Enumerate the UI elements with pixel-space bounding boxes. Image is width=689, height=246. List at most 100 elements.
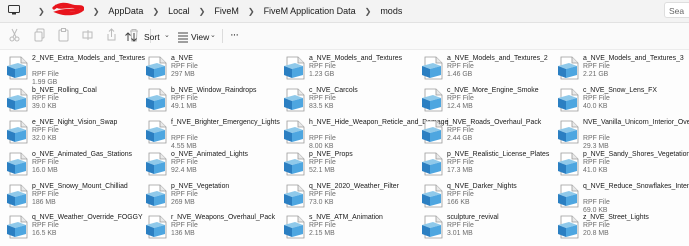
file-item[interactable]: p_NVE_Realistic_License_Plates RPF File 17… <box>421 151 561 183</box>
file-size: 2.44 GB <box>447 135 473 142</box>
chevron-down-icon[interactable]: ⌄ <box>164 31 170 39</box>
file-item[interactable]: sculpture_revival RPF File 3.01 MB <box>421 214 561 246</box>
file-item[interactable]: h_NVE_Hide_Weapon_Reticle_and_Damage RPF … <box>283 119 449 151</box>
chevron-down-icon[interactable]: ⌄ <box>210 31 216 39</box>
rename-icon[interactable] <box>82 28 93 42</box>
file-item[interactable]: c_NVE_More_Engine_Smoke RPF File 12.4 MB <box>421 87 561 119</box>
file-type: RPF File <box>447 159 474 166</box>
file-type: RPF File <box>447 222 474 229</box>
file-name: NVE_Vanilla_Unicorn_Interior_Overhaul <box>583 119 689 126</box>
this-pc-icon[interactable] <box>8 5 20 15</box>
rpf-file-icon <box>146 120 167 144</box>
file-name: f_NVE_Brighter_Emergency_Lights <box>171 119 280 126</box>
rpf-file-icon <box>284 88 305 112</box>
view-icon[interactable] <box>177 30 189 44</box>
file-item[interactable]: p_NVE_Sandy_Shores_Vegetation RPF File 41.… <box>557 151 689 183</box>
paste-icon[interactable] <box>58 28 69 42</box>
breadcrumb-fivem[interactable]: FiveM <box>214 6 239 16</box>
file-item[interactable]: c_NVE_Snow_Lens_FX RPF File 40.0 KB <box>557 87 689 119</box>
file-size: 32.0 KB <box>32 135 57 142</box>
breadcrumb-appdata[interactable]: AppData <box>108 6 143 16</box>
file-item[interactable]: a_NVE_Models_and_Textures_3 RPF File 2.21 … <box>557 55 689 87</box>
file-item[interactable]: p_NVE_Props RPF File 52.1 MB <box>283 151 423 183</box>
file-name: a_NVE_Models_and_Textures <box>309 55 403 62</box>
share-icon[interactable] <box>106 28 117 42</box>
file-item[interactable]: c_NVE_Carcols RPF File 83.5 KB <box>283 87 423 119</box>
rpf-file-icon <box>422 152 443 176</box>
view-button[interactable]: View <box>191 32 209 42</box>
file-name: h_NVE_Hide_Weapon_Reticle_and_Damage <box>309 119 449 126</box>
file-item[interactable]: q_NVE_2020_Weather_Filter RPF File 73.0 KB <box>283 183 423 215</box>
file-size: 73.0 KB <box>309 199 334 206</box>
redaction-scribble <box>52 2 84 16</box>
file-item[interactable]: b_NVE_Rolling_Coal RPF File 39.0 KB <box>6 87 146 119</box>
file-size: 41.0 KB <box>583 167 608 174</box>
chevron-right-icon[interactable]: ❯ <box>38 7 45 16</box>
rpf-file-icon <box>422 215 443 239</box>
chevron-right-icon[interactable]: ❯ <box>152 7 159 16</box>
rpf-file-icon <box>558 56 579 80</box>
file-name: a_NVE_Models_and_Textures_2 <box>447 55 548 62</box>
sort-button[interactable]: Sort <box>144 32 160 42</box>
chevron-right-icon[interactable]: ❯ <box>93 7 100 16</box>
file-type: RPF File <box>309 159 336 166</box>
file-size: 92.4 MB <box>171 167 197 174</box>
file-size: 39.0 KB <box>32 103 57 110</box>
rpf-file-icon <box>284 184 305 208</box>
file-item[interactable]: j_NVE_Roads_Overhaul_Pack RPF File 2.44 GB <box>421 119 561 151</box>
file-item[interactable]: p_NVE_Snowy_Mount_Chilliad RPF File 186 MB <box>6 183 146 215</box>
search-input[interactable]: Sea <box>664 2 689 18</box>
rpf-file-icon <box>146 184 167 208</box>
breadcrumb-fivem-application-data[interactable]: FiveM Application Data <box>264 6 356 16</box>
breadcrumb-mods[interactable]: mods <box>380 6 402 16</box>
file-name: o_NVE_Animated_Lights <box>171 151 248 158</box>
file-item[interactable]: q_NVE_Reduce_Snowflakes_Intensity RPF Fil… <box>557 183 689 215</box>
file-name: p_NVE_Realistic_License_Plates <box>447 151 550 158</box>
chevron-right-icon[interactable]: ❯ <box>365 7 372 16</box>
file-type: RPF File <box>583 159 610 166</box>
file-item[interactable]: a_NVE_Models_and_Textures RPF File 1.23 GB <box>283 55 423 87</box>
file-item[interactable]: a_NVE_Models_and_Textures_2 RPF File 1.46 … <box>421 55 561 87</box>
file-name: c_NVE_Snow_Lens_FX <box>583 87 657 94</box>
file-item[interactable]: q_NVE_Weather_Override_FOGGY RPF File 16.5… <box>6 214 146 246</box>
file-item[interactable]: q_NVE_Darker_Nights RPF File 166 KB <box>421 183 561 215</box>
file-size: 83.5 KB <box>309 103 334 110</box>
file-item[interactable]: NVE_Vanilla_Unicorn_Interior_Overhaul RPF… <box>557 119 689 151</box>
file-item[interactable]: f_NVE_Brighter_Emergency_Lights RPF File 4… <box>145 119 285 151</box>
rpf-file-icon <box>422 120 443 144</box>
file-size: 17.3 MB <box>447 167 473 174</box>
breadcrumb: ❯ ❯ AppData ❯ Local ❯ FiveM ❯ FiveM Appl… <box>24 3 620 19</box>
chevron-right-icon[interactable]: ❯ <box>248 7 255 16</box>
file-size: 16.0 MB <box>32 167 58 174</box>
file-item[interactable]: 2_NVE_Extra_Models_and_Textures RPF File 1… <box>6 55 146 87</box>
file-type: RPF File <box>583 95 610 102</box>
file-type: RPF File <box>32 127 59 134</box>
file-item[interactable]: o_NVE_Animated_Gas_Stations RPF File 16.0 … <box>6 151 146 183</box>
file-name: sculpture_revival <box>447 214 499 221</box>
more-options-button[interactable]: ··· <box>230 29 239 41</box>
breadcrumb-local[interactable]: Local <box>168 6 190 16</box>
cut-icon[interactable] <box>9 28 20 42</box>
file-type: RPF File <box>309 135 336 142</box>
file-type: RPF File <box>583 63 610 70</box>
file-type: RPF File <box>32 159 59 166</box>
file-item[interactable]: z_NVE_Street_Lights RPF File 20.8 MB <box>557 214 689 246</box>
file-item[interactable]: a_NVE RPF File 297 MB <box>145 55 285 87</box>
file-type: RPF File <box>171 222 198 229</box>
chevron-right-icon[interactable]: ❯ <box>199 7 206 16</box>
file-item[interactable]: o_NVE_Animated_Lights RPF File 92.4 MB <box>145 151 285 183</box>
file-type: RPF File <box>309 63 336 70</box>
file-name: a_NVE <box>171 55 193 62</box>
file-item[interactable]: b_NVE_Window_Raindrops RPF File 49.1 MB <box>145 87 285 119</box>
sort-arrows-icon[interactable] <box>124 30 138 44</box>
file-name: a_NVE_Models_and_Textures_3 <box>583 55 684 62</box>
file-item[interactable]: e_NVE_Night_Vision_Swap RPF File 32.0 KB <box>6 119 146 151</box>
file-item[interactable]: s_NVE_ATM_Animation RPF File 2.15 MB <box>283 214 423 246</box>
file-item[interactable]: r_NVE_Weapons_Overhaul_Pack RPF File 136 M… <box>145 214 285 246</box>
file-size: 16.5 KB <box>32 230 57 237</box>
file-name: q_NVE_Weather_Override_FOGGY <box>32 214 143 221</box>
file-item[interactable]: p_NVE_Vegetation RPF File 269 MB <box>145 183 285 215</box>
file-size: 136 MB <box>171 230 195 237</box>
rpf-file-icon <box>7 88 28 112</box>
copy-icon[interactable] <box>34 28 45 42</box>
